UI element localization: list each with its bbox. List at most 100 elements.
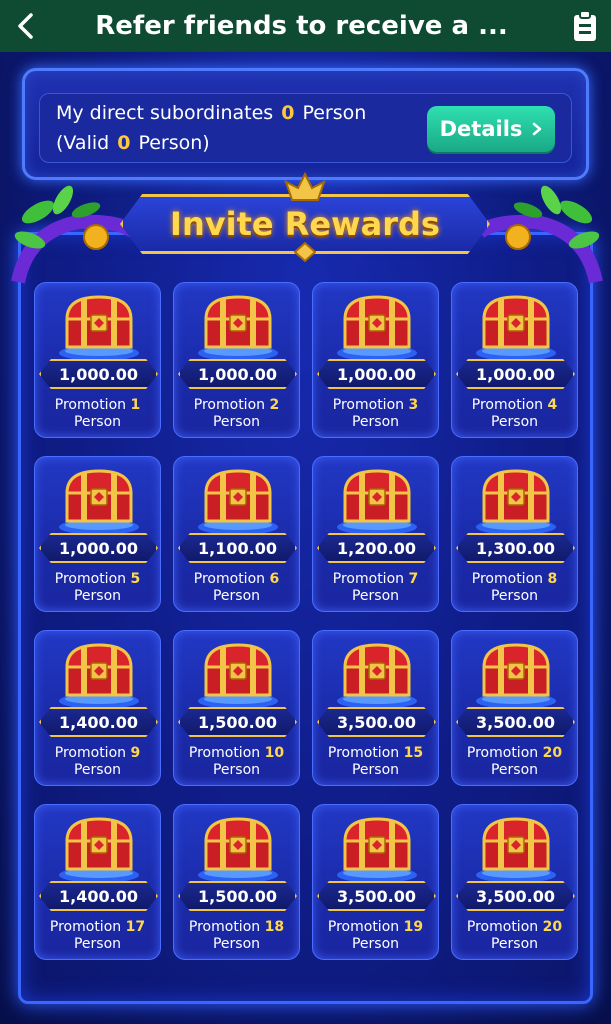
leaves-left-decoration xyxy=(11,185,136,284)
promotion-unit: Person xyxy=(73,588,122,604)
treasure-chest-icon xyxy=(59,643,139,709)
reward-card[interactable]: 1,000.00 Promotion 3 Person xyxy=(312,282,439,438)
promotion-label: Promotion xyxy=(188,745,261,761)
promotion-label: Promotion xyxy=(193,397,266,413)
reward-requirement: Promotion 7 Person xyxy=(313,571,438,605)
treasure-chest-icon xyxy=(198,295,278,361)
treasure-chest-icon xyxy=(337,295,417,361)
valid-subordinates-line: (Valid 0 Person) xyxy=(56,132,210,154)
top-bar: Refer friends to receive a ... xyxy=(0,0,611,52)
reward-card[interactable]: 1,400.00 Promotion 9 Person xyxy=(34,630,161,786)
reward-amount: 1,400.00 xyxy=(39,707,158,737)
reward-amount: 1,000.00 xyxy=(317,359,436,389)
treasure-chest-icon xyxy=(476,469,556,535)
leaves-right-decoration xyxy=(478,185,603,284)
promotion-unit: Person xyxy=(212,762,261,778)
promotion-count: 4 xyxy=(547,397,558,413)
promotion-unit: Person xyxy=(73,762,122,778)
subordinates-card: My direct subordinates 0 Person (Valid 0 Per… xyxy=(39,93,572,163)
promotion-count: 19 xyxy=(403,919,424,935)
direct-subordinates-line: My direct subordinates 0 Person xyxy=(56,102,366,124)
reward-amount: 1,500.00 xyxy=(178,707,297,737)
promotion-label: Promotion xyxy=(332,571,405,587)
details-label: Details xyxy=(439,117,523,141)
promotion-label: Promotion xyxy=(332,397,405,413)
reward-card[interactable]: 1,000.00 Promotion 1 Person xyxy=(34,282,161,438)
reward-amount: 3,500.00 xyxy=(456,707,575,737)
reward-requirement: Promotion 8 Person xyxy=(452,571,577,605)
promotion-unit: Person xyxy=(490,762,539,778)
reward-amount: 1,000.00 xyxy=(39,533,158,563)
reward-card[interactable]: 1,000.00 Promotion 4 Person xyxy=(451,282,578,438)
reward-amount: 3,500.00 xyxy=(456,881,575,911)
reward-card[interactable]: 1,000.00 Promotion 2 Person xyxy=(173,282,300,438)
reward-amount: 1,000.00 xyxy=(39,359,158,389)
promotion-unit: Person xyxy=(490,414,539,430)
details-button[interactable]: Details xyxy=(427,106,555,152)
direct-subordinates-unit: Person xyxy=(302,102,367,124)
promotion-count: 3 xyxy=(408,397,419,413)
reward-card[interactable]: 3,500.00 Promotion 19 Person xyxy=(312,804,439,960)
reward-card[interactable]: 1,000.00 Promotion 5 Person xyxy=(34,456,161,612)
reward-requirement: Promotion 4 Person xyxy=(452,397,577,431)
reward-amount: 1,400.00 xyxy=(39,881,158,911)
reward-amount: 1,500.00 xyxy=(178,881,297,911)
reward-amount: 1,200.00 xyxy=(317,533,436,563)
direct-subordinates-label: My direct subordinates xyxy=(56,102,274,124)
promotion-unit: Person xyxy=(212,588,261,604)
reward-requirement: Promotion 3 Person xyxy=(313,397,438,431)
promotion-unit: Person xyxy=(73,414,122,430)
promotion-count: 8 xyxy=(547,571,558,587)
direct-subordinates-count: 0 xyxy=(281,102,295,124)
diamond-ornament-icon xyxy=(294,242,316,262)
promotion-label: Promotion xyxy=(471,397,544,413)
promotion-count: 5 xyxy=(130,571,141,587)
subordinates-panel: My direct subordinates 0 Person (Valid 0 Per… xyxy=(22,68,589,180)
treasure-chest-icon xyxy=(198,817,278,883)
reward-card[interactable]: 1,500.00 Promotion 10 Person xyxy=(173,630,300,786)
reward-card[interactable]: 1,100.00 Promotion 6 Person xyxy=(173,456,300,612)
reward-card[interactable]: 3,500.00 Promotion 20 Person xyxy=(451,804,578,960)
reward-amount: 1,000.00 xyxy=(178,359,297,389)
treasure-chest-icon xyxy=(476,817,556,883)
chevron-left-icon xyxy=(18,13,33,39)
page-title: Refer friends to receive a ... xyxy=(95,11,508,41)
reward-requirement: Promotion 1 Person xyxy=(35,397,160,431)
reward-requirement: Promotion 9 Person xyxy=(35,745,160,779)
crown-ornament-icon xyxy=(284,172,326,201)
chevron-right-icon xyxy=(533,122,542,136)
reward-card[interactable]: 1,500.00 Promotion 18 Person xyxy=(173,804,300,960)
reward-requirement: Promotion 10 Person xyxy=(174,745,299,779)
back-button[interactable] xyxy=(0,0,52,52)
treasure-chest-icon xyxy=(337,643,417,709)
promotion-label: Promotion xyxy=(188,919,261,935)
promotion-count: 20 xyxy=(542,745,563,761)
reward-card[interactable]: 3,500.00 Promotion 15 Person xyxy=(312,630,439,786)
promotion-count: 10 xyxy=(264,745,285,761)
reward-requirement: Promotion 5 Person xyxy=(35,571,160,605)
valid-subordinates-label: (Valid xyxy=(56,132,110,154)
treasure-chest-icon xyxy=(476,643,556,709)
records-button[interactable] xyxy=(559,0,611,52)
promotion-unit: Person xyxy=(212,936,261,952)
promotion-label: Promotion xyxy=(471,571,544,587)
promotion-count: 17 xyxy=(125,919,146,935)
promotion-unit: Person xyxy=(490,588,539,604)
valid-subordinates-unit: Person) xyxy=(138,132,210,154)
reward-card[interactable]: 1,300.00 Promotion 8 Person xyxy=(451,456,578,612)
treasure-chest-icon xyxy=(337,817,417,883)
promotion-label: Promotion xyxy=(327,919,400,935)
reward-amount: 3,500.00 xyxy=(317,707,436,737)
reward-card[interactable]: 3,500.00 Promotion 20 Person xyxy=(451,630,578,786)
promotion-unit: Person xyxy=(351,762,400,778)
reward-card[interactable]: 1,200.00 Promotion 7 Person xyxy=(312,456,439,612)
reward-card[interactable]: 1,400.00 Promotion 17 Person xyxy=(34,804,161,960)
promotion-label: Promotion xyxy=(54,571,127,587)
promotion-unit: Person xyxy=(490,936,539,952)
promotion-count: 15 xyxy=(403,745,424,761)
promotion-unit: Person xyxy=(351,936,400,952)
promotion-label: Promotion xyxy=(54,397,127,413)
promotion-count: 2 xyxy=(269,397,280,413)
treasure-chest-icon xyxy=(476,295,556,361)
treasure-chest-icon xyxy=(59,295,139,361)
